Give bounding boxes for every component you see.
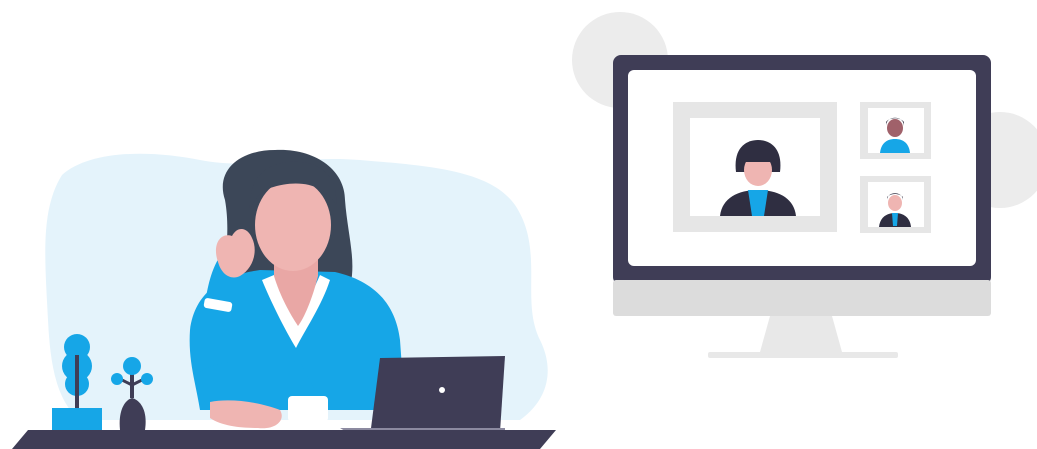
desk — [12, 430, 556, 449]
video-tile-main — [673, 102, 837, 232]
monitor-neck — [760, 316, 842, 352]
video-tile-bottom — [860, 176, 931, 233]
video-meeting-illustration — [12, 12, 1037, 449]
face — [255, 179, 331, 271]
video-tile-top — [860, 102, 931, 159]
desktop-monitor — [613, 55, 991, 358]
monitor-base — [708, 352, 898, 358]
laptop-logo — [439, 387, 445, 393]
monitor-chin — [613, 280, 991, 316]
laptop-lid — [370, 356, 505, 436]
sleeve-cuff-lower — [288, 396, 328, 422]
